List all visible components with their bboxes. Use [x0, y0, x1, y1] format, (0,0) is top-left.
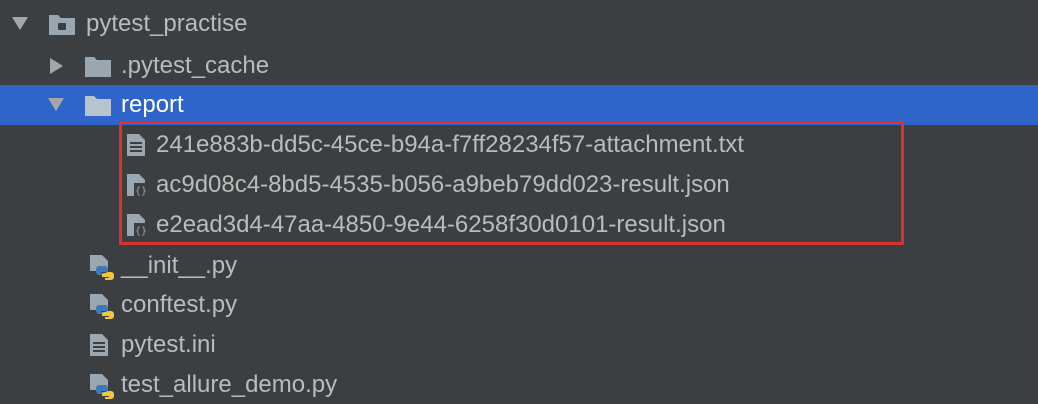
tree-row-file[interactable]: pytest.ini — [0, 325, 1038, 365]
tree-row-file[interactable]: test_allure_demo.py — [0, 365, 1038, 404]
folder-icon — [84, 93, 112, 117]
tree-item-label: pytest.ini — [121, 331, 216, 358]
project-name-label: pytest_practise — [86, 10, 248, 37]
project-folder-icon — [48, 12, 76, 36]
tree-item-label: conftest.py — [121, 291, 238, 318]
folder-icon — [84, 54, 112, 78]
highlight-annotation-box — [119, 121, 904, 245]
tree-row-report[interactable]: report — [0, 85, 1038, 125]
tree-item-label: .pytest_cache — [121, 52, 270, 79]
tree-row-project-root[interactable]: pytest_practise — [0, 4, 1038, 44]
tree-row-file[interactable]: __init__.py — [0, 246, 1038, 286]
project-tree: pytest_practise .pytest_cache report 241… — [0, 0, 1038, 404]
collapse-arrow-icon[interactable] — [12, 17, 28, 30]
text-file-icon — [88, 333, 110, 357]
python-file-icon — [88, 373, 114, 399]
tree-row-pytest-cache[interactable]: .pytest_cache — [0, 46, 1038, 86]
python-file-icon — [88, 293, 114, 319]
python-file-icon — [88, 254, 114, 280]
collapse-arrow-icon[interactable] — [48, 98, 64, 111]
tree-item-label: report — [121, 91, 184, 118]
tree-row-file[interactable]: conftest.py — [0, 285, 1038, 325]
expand-arrow-icon[interactable] — [50, 58, 63, 74]
tree-item-label: __init__.py — [121, 252, 238, 279]
tree-item-label: test_allure_demo.py — [121, 371, 338, 398]
